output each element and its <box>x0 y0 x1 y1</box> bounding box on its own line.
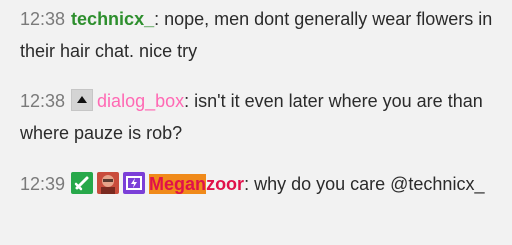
moderator-arrow-icon[interactable] <box>71 89 94 111</box>
chat-message: 12:38 technicx_: nope, men dont generally… <box>20 3 502 67</box>
chat-log: 12:38 technicx_: nope, men dont generally… <box>0 0 512 245</box>
username[interactable]: dialog_box <box>97 91 184 111</box>
bolt-icon[interactable] <box>123 172 146 194</box>
timestamp: 12:39 <box>20 174 66 194</box>
timestamp: 12:38 <box>20 9 66 29</box>
chat-message: 12:39 Meganzoor: why do you care @technic… <box>20 168 502 200</box>
username[interactable]: Meganzoor <box>149 174 244 194</box>
message-text: : why do you care @technicx_ <box>244 174 485 194</box>
username-rest: zoor <box>206 174 245 194</box>
chat-message: 12:38 dialog_box: isn't it even later whe… <box>20 85 502 149</box>
sword-icon[interactable] <box>71 172 94 194</box>
username[interactable]: technicx_ <box>71 9 154 29</box>
timestamp: 12:38 <box>20 91 66 111</box>
username-highlight: Megan <box>149 174 207 194</box>
avatar-icon[interactable] <box>97 172 120 194</box>
